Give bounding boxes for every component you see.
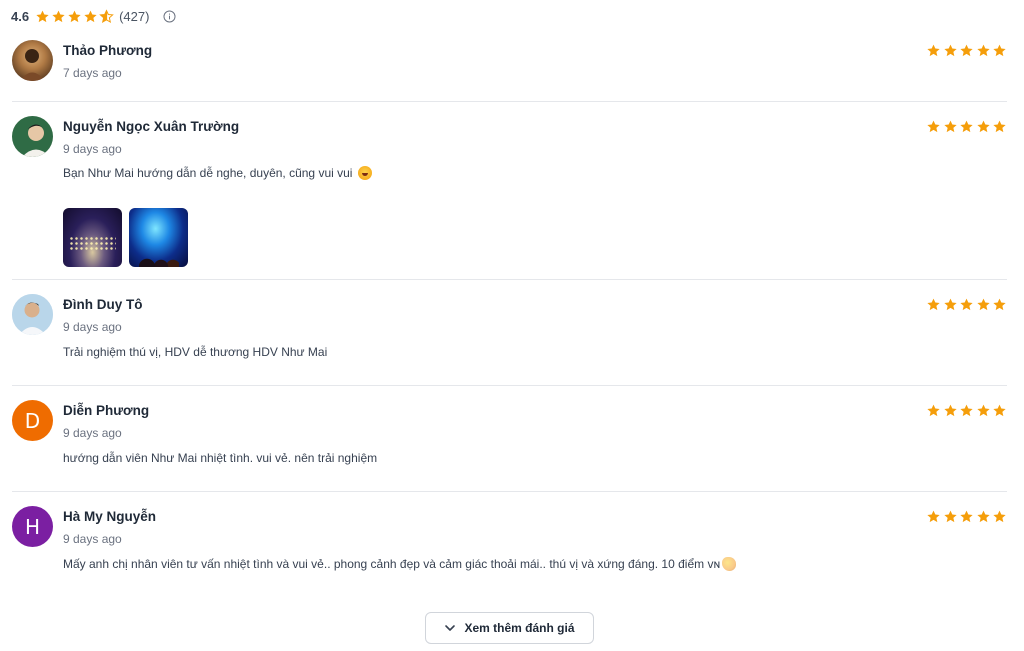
- star-icon: [959, 403, 974, 418]
- reviewer-name[interactable]: Hà My Nguyễn: [63, 509, 156, 524]
- review-text-content: Mấy anh chị nhân viên tư vấn nhiệt tình …: [63, 557, 721, 571]
- star-icon: [926, 297, 941, 312]
- review-date: 9 days ago: [63, 320, 122, 334]
- avatar[interactable]: [12, 116, 53, 157]
- review-text: Mấy anh chị nhân viên tư vấn nhiệt tình …: [63, 557, 737, 571]
- star-icon: [926, 403, 941, 418]
- review-photos: [63, 208, 188, 267]
- star-icon: [926, 509, 941, 524]
- star-icon: [992, 509, 1007, 524]
- reviewer-name[interactable]: Thảo Phương: [63, 43, 152, 58]
- star-icon: [959, 43, 974, 58]
- review-text: Trải nghiệm thú vị, HDV dễ thương HDV Nh…: [63, 345, 328, 359]
- avatar-letter: D: [24, 408, 41, 433]
- star-icon: [83, 9, 98, 24]
- star-icon: [926, 43, 941, 58]
- star-icon: [67, 9, 82, 24]
- review-date: 9 days ago: [63, 426, 122, 440]
- clapping-hands-emoji: [722, 557, 737, 571]
- star-icon: [976, 119, 991, 134]
- summary-stars: [35, 8, 114, 24]
- star-icon: [926, 119, 941, 134]
- blue-projection-photo[interactable]: [129, 208, 188, 267]
- review-date: 9 days ago: [63, 532, 122, 546]
- review-stars: [926, 119, 1007, 134]
- review-date: 9 days ago: [63, 142, 122, 156]
- star-icon: [943, 119, 958, 134]
- star-icon: [35, 9, 50, 24]
- star-icon: [959, 119, 974, 134]
- rating-summary: 4.6 (427): [11, 6, 176, 26]
- reviewer-name[interactable]: Diễn Phương: [63, 403, 149, 418]
- review-date: 7 days ago: [63, 66, 122, 80]
- review-item: D Diễn Phương 9 days ago hướng dẫn viên …: [12, 400, 1007, 480]
- divider: [12, 385, 1007, 386]
- review-count: (427): [119, 8, 150, 24]
- divider: [12, 279, 1007, 280]
- star-icon: [943, 297, 958, 312]
- star-icon: [943, 43, 958, 58]
- reviewer-name[interactable]: Nguyễn Ngọc Xuân Trường: [63, 119, 239, 134]
- avatar[interactable]: D: [12, 400, 53, 441]
- divider: [12, 491, 1007, 492]
- star-icon: [943, 403, 958, 418]
- avatar-letter: H: [24, 514, 41, 539]
- avatar[interactable]: H: [12, 506, 53, 547]
- divider: [12, 101, 1007, 102]
- reviewer-name[interactable]: Đình Duy Tô: [63, 297, 143, 312]
- night-light-garden-photo[interactable]: [63, 208, 122, 267]
- avatar[interactable]: [12, 294, 53, 335]
- review-stars: [926, 403, 1007, 418]
- review-item: Nguyễn Ngọc Xuân Trường 9 days ago Bạn N…: [12, 116, 1007, 271]
- review-item: Thảo Phương 7 days ago: [12, 40, 1007, 100]
- chevron-down-icon: [445, 625, 456, 631]
- star-icon: [976, 297, 991, 312]
- star-icon: [992, 297, 1007, 312]
- star-icon: [976, 43, 991, 58]
- review-stars: [926, 297, 1007, 312]
- review-item: Đình Duy Tô 9 days ago Trải nghiệm thú v…: [12, 294, 1007, 374]
- review-text: hướng dẫn viên Như Mai nhiệt tình. vui v…: [63, 451, 378, 465]
- info-icon[interactable]: [163, 9, 176, 23]
- average-rating: 4.6: [11, 8, 30, 24]
- review-stars: [926, 509, 1007, 524]
- rolling-on-floor-laughing-emoji: [357, 166, 372, 180]
- star-icon: [51, 9, 66, 24]
- review-item: H Hà My Nguyễn 9 days ago Mấy anh chị nh…: [12, 506, 1007, 586]
- review-text-content: Bạn Như Mai hướng dẫn dễ nghe, duyên, cũ…: [63, 166, 353, 180]
- review-stars: [926, 43, 1007, 58]
- star-icon: [943, 509, 958, 524]
- star-icon: [992, 119, 1007, 134]
- load-more-label: Xem thêm đánh giá: [464, 621, 575, 635]
- star-icon: [992, 403, 1007, 418]
- avatar[interactable]: [12, 40, 53, 81]
- star-icon: [959, 509, 974, 524]
- load-more-reviews-button[interactable]: Xem thêm đánh giá: [425, 612, 594, 644]
- star-icon: [976, 403, 991, 418]
- review-text: Bạn Như Mai hướng dẫn dễ nghe, duyên, cũ…: [63, 166, 372, 180]
- half-star-icon: [99, 8, 114, 24]
- star-icon: [992, 43, 1007, 58]
- star-icon: [959, 297, 974, 312]
- star-icon: [976, 509, 991, 524]
